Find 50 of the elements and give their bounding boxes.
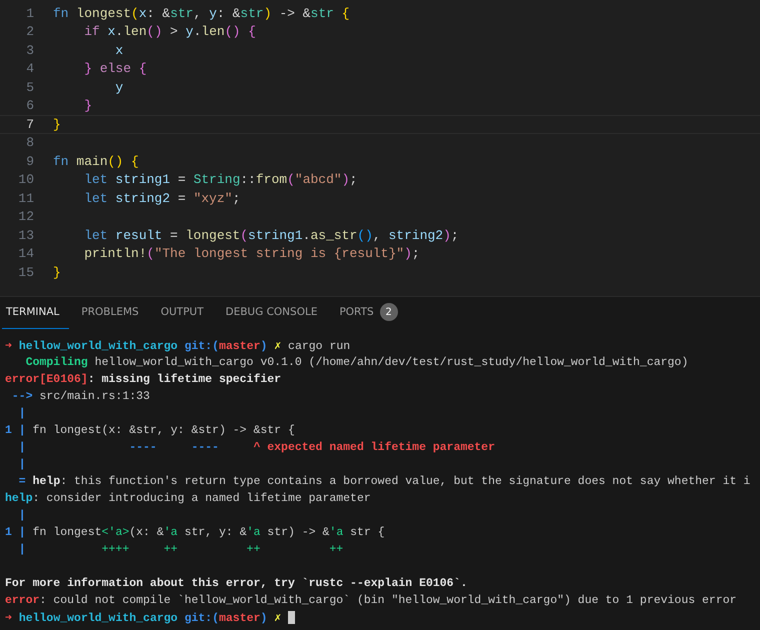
- terminal-line: |: [18, 406, 26, 420]
- terminal-line: error[E0106]: missing lifetime specifier: [5, 372, 282, 386]
- terminal-line: 1 | fn longest(x: &str, y: &str) -> &str {: [5, 424, 295, 436]
- line-number: 15: [17, 264, 34, 280]
- terminal-line: = help: this function's return type contains a borrowed value, but the signature does not say whether it i: [18, 474, 750, 488]
- code-line: let string1 = String::from("abcd");: [83, 172, 358, 188]
- code-line: } else {: [83, 61, 147, 76]
- terminal-line: ➜ hellow_world_with_cargo git:(master) ✗: [5, 610, 282, 624]
- panel-tab[interactable]: OUTPUT: [156, 296, 214, 328]
- code-line: y: [114, 80, 124, 95]
- terminal-line: For more information about this error, try `rustc --explain E0106`.: [5, 576, 468, 590]
- line-number: 14: [17, 246, 34, 262]
- count-badge: 2: [380, 303, 398, 321]
- panel-tab[interactable]: PORTS 2: [335, 296, 408, 328]
- code-line: fn main() {: [53, 154, 139, 169]
- panel-tab[interactable]: TERMINAL: [2, 296, 70, 328]
- terminal-line: error: could not compile `hellow_world_with_cargo` (bin "hellow_world_with_cargo") due to 1 previous error: [5, 594, 737, 606]
- code-line: let result = longest(string1.as_str(), string2);: [83, 228, 459, 243]
- line-number: 13: [17, 228, 34, 243]
- code-line: println!("The longest string is {result}");: [83, 246, 420, 262]
- panel-tab[interactable]: PROBLEMS: [77, 296, 149, 328]
- line-number: 12: [17, 209, 34, 224]
- line-number: 2: [25, 24, 34, 40]
- code-line: }: [53, 264, 61, 280]
- terminal-line: help: consider introducing a named lifetime parameter: [5, 492, 371, 504]
- line-number: 8: [25, 135, 34, 150]
- line-number: 11: [17, 190, 34, 206]
- line-number: 3: [25, 42, 34, 58]
- terminal-line: | ---- ---- ^ expected named lifetime parameter: [18, 440, 495, 454]
- terminal-line: ➜ hellow_world_with_cargo git:(master) ✗ cargo run: [5, 338, 350, 352]
- line-number: 6: [25, 98, 34, 114]
- line-number: 5: [25, 80, 34, 95]
- code-line: if x.len() > y.len() {: [83, 24, 256, 40]
- terminal-line: Compiling hellow_world_with_cargo v0.1.0 (/home/ahn/dev/test/rust_study/hellow_world_with_cargo): [24, 356, 688, 368]
- line-number: 7: [25, 116, 34, 132]
- line-number: 10: [17, 172, 34, 188]
- terminal-line: | ++++ ++ ++ ++: [18, 542, 344, 556]
- code-line: x: [114, 42, 124, 58]
- line-number: 9: [25, 154, 34, 169]
- code-line: let string2 = "xyz";: [83, 190, 240, 206]
- line-number: 4: [25, 61, 34, 76]
- code-line: }: [83, 98, 92, 114]
- code-line: }: [53, 116, 61, 132]
- terminal-line: 1 | fn longest<'a>(x: &'a str, y: &'a str) -> &'a str {: [5, 526, 385, 538]
- code-line: fn longest(x: &str, y: &str) -> &str {: [53, 6, 350, 21]
- terminal-line: --> src/main.rs:1:33: [10, 390, 150, 402]
- panel-tab[interactable]: DEBUG CONSOLE: [222, 296, 328, 328]
- terminal-line: |: [18, 458, 26, 470]
- terminal-line: |: [18, 508, 26, 522]
- line-number: 1: [25, 6, 34, 21]
